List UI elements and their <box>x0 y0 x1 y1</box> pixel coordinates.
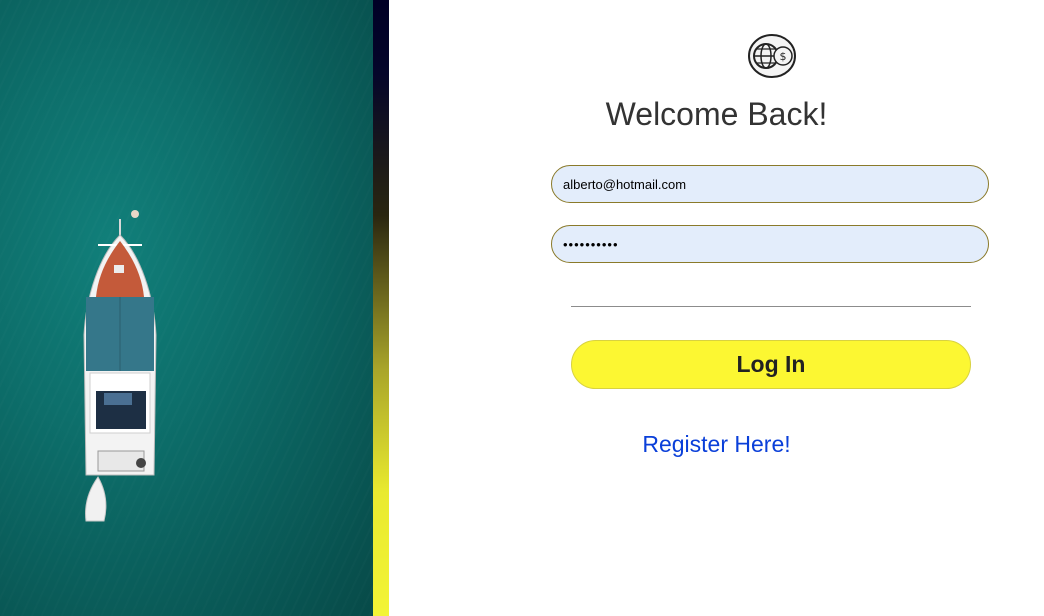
page-title: Welcome Back! <box>605 96 828 132</box>
email-field[interactable] <box>551 165 989 203</box>
login-panel: $ Welcome Back! Log In Register Here! <box>389 0 1044 616</box>
accent-gradient-strip <box>373 0 389 616</box>
form-divider <box>571 306 971 307</box>
water-texture <box>0 0 373 616</box>
globe-dollar-logo-icon: $ <box>748 34 796 78</box>
password-field[interactable] <box>551 225 989 263</box>
boat-image <box>83 210 157 522</box>
register-link[interactable]: Register Here! <box>389 431 1044 458</box>
login-button[interactable]: Log In <box>571 340 971 389</box>
hero-image-panel <box>0 0 373 616</box>
svg-text:$: $ <box>780 50 787 63</box>
